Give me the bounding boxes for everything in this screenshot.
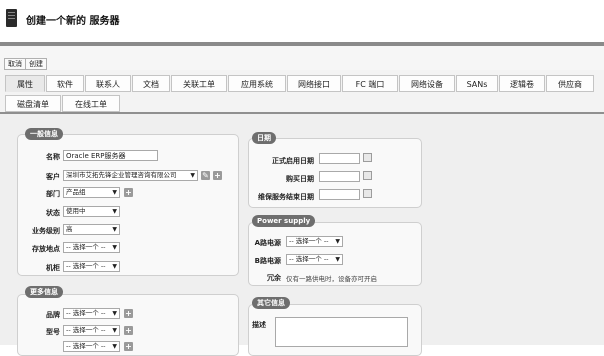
tab-properties[interactable]: 属性 (5, 75, 45, 92)
tab-documents[interactable]: 文档 (132, 75, 170, 92)
other-info-legend: 其它信息 (252, 297, 290, 309)
create-button[interactable]: 创建 (25, 58, 47, 70)
rack-value: -- 选择一个 -- (66, 262, 106, 270)
edit-icon[interactable]: ✎ (201, 171, 210, 180)
start-date-field[interactable] (319, 153, 360, 164)
description-textarea[interactable] (275, 317, 408, 347)
toolbar (0, 46, 604, 70)
customer-label: 客户 (46, 173, 60, 181)
rack-label: 机柜 (46, 264, 60, 272)
chevron-down-icon: ▼ (112, 263, 117, 270)
chevron-down-icon: ▼ (112, 189, 117, 196)
add-customer-button[interactable]: + (213, 171, 222, 180)
name-label: 名称 (46, 153, 60, 161)
calendar-icon[interactable] (363, 171, 372, 180)
business-level-label: 业务级别 (32, 227, 60, 235)
power-b-select[interactable]: -- 选择一个 -- ▼ (286, 254, 343, 265)
tab-software[interactable]: 软件 (46, 75, 84, 92)
business-level-value: 高 (66, 225, 73, 233)
chevron-down-icon: ▼ (112, 343, 117, 350)
start-date-label: 正式启用日期 (272, 157, 314, 165)
department-label: 部门 (46, 190, 60, 198)
os-select[interactable]: -- 选择一个 -- ▼ (63, 341, 120, 352)
general-info-legend: 一般信息 (25, 128, 63, 140)
purchase-date-field[interactable] (319, 171, 360, 182)
tab-sans[interactable]: SANs (456, 75, 498, 92)
power-supply-legend: Power supply (252, 215, 316, 227)
more-info-legend: 更多信息 (25, 286, 63, 298)
brand-label: 品牌 (46, 311, 60, 319)
power-a-select[interactable]: -- 选择一个 -- ▼ (286, 236, 343, 247)
department-select[interactable]: 产品组 ▼ (63, 187, 120, 198)
server-icon (6, 9, 17, 27)
add-brand-button[interactable]: + (124, 309, 133, 318)
dates-legend: 日期 (252, 132, 276, 144)
add-department-button[interactable]: + (124, 188, 133, 197)
location-select[interactable]: -- 选择一个 -- ▼ (63, 242, 120, 253)
tab-network-devices[interactable]: 网络设备 (399, 75, 455, 92)
tab-logical-volumes[interactable]: 逻辑卷 (499, 75, 545, 92)
chevron-down-icon: ▼ (112, 244, 117, 251)
description-label: 描述 (252, 321, 266, 329)
add-model-button[interactable]: + (124, 326, 133, 335)
business-level-select[interactable]: 高 ▼ (63, 224, 120, 235)
rack-select[interactable]: -- 选择一个 -- ▼ (63, 261, 120, 272)
name-field[interactable]: Oracle ERP服务器 (63, 150, 158, 161)
status-select[interactable]: 使用中 ▼ (63, 206, 120, 217)
chevron-down-icon: ▼ (190, 172, 195, 179)
brand-value: -- 选择一个 -- (66, 309, 106, 317)
purchase-date-label: 购买日期 (286, 175, 314, 183)
warranty-end-label: 维保服务结束日期 (258, 193, 314, 201)
power-a-value: -- 选择一个 -- (289, 237, 329, 245)
tab-contacts[interactable]: 联系人 (85, 75, 131, 92)
model-label: 型号 (46, 328, 60, 336)
chevron-down-icon: ▼ (335, 256, 340, 263)
location-label: 存放地点 (32, 245, 60, 253)
tab-applications[interactable]: 应用系统 (228, 75, 286, 92)
customer-value: 深圳市艾拓先锋企业管理咨询有限公司 (66, 171, 177, 179)
model-value: -- 选择一个 -- (66, 326, 106, 334)
chevron-down-icon: ▼ (335, 238, 340, 245)
calendar-icon[interactable] (363, 153, 372, 162)
cancel-button[interactable]: 取消 (4, 58, 26, 70)
status-label: 状态 (46, 209, 60, 217)
brand-select[interactable]: -- 选择一个 -- ▼ (63, 308, 120, 319)
tab-fc-ports[interactable]: FC 端口 (342, 75, 398, 92)
os-value: -- 选择一个 -- (66, 342, 106, 350)
power-b-value: -- 选择一个 -- (289, 255, 329, 263)
header: 创建一个新的 服务器 (0, 0, 604, 42)
power-a-label: A路电源 (254, 239, 281, 247)
tab-disk-list[interactable]: 磁盘清单 (5, 95, 61, 112)
redundancy-hint: 仅有一路供电时，设备亦可开启 (286, 275, 377, 283)
chevron-down-icon: ▼ (112, 208, 117, 215)
add-os-button[interactable]: + (124, 342, 133, 351)
power-b-label: B路电源 (254, 257, 281, 265)
chevron-down-icon: ▼ (112, 327, 117, 334)
tab-online-tickets[interactable]: 在线工单 (62, 95, 120, 112)
redundancy-label: 冗余 (267, 274, 281, 282)
department-value: 产品组 (66, 188, 86, 196)
calendar-icon[interactable] (363, 189, 372, 198)
chevron-down-icon: ▼ (112, 226, 117, 233)
chevron-down-icon: ▼ (112, 310, 117, 317)
location-value: -- 选择一个 -- (66, 243, 106, 251)
tab-suppliers[interactable]: 供应商 (546, 75, 594, 92)
customer-select[interactable]: 深圳市艾拓先锋企业管理咨询有限公司 ▼ (63, 170, 198, 181)
tab-related-tickets[interactable]: 关联工单 (171, 75, 227, 92)
tab-network-interfaces[interactable]: 网络接口 (287, 75, 341, 92)
warranty-end-field[interactable] (319, 189, 360, 200)
status-value: 使用中 (66, 207, 86, 215)
page-title: 创建一个新的 服务器 (26, 16, 120, 27)
model-select[interactable]: -- 选择一个 -- ▼ (63, 325, 120, 336)
